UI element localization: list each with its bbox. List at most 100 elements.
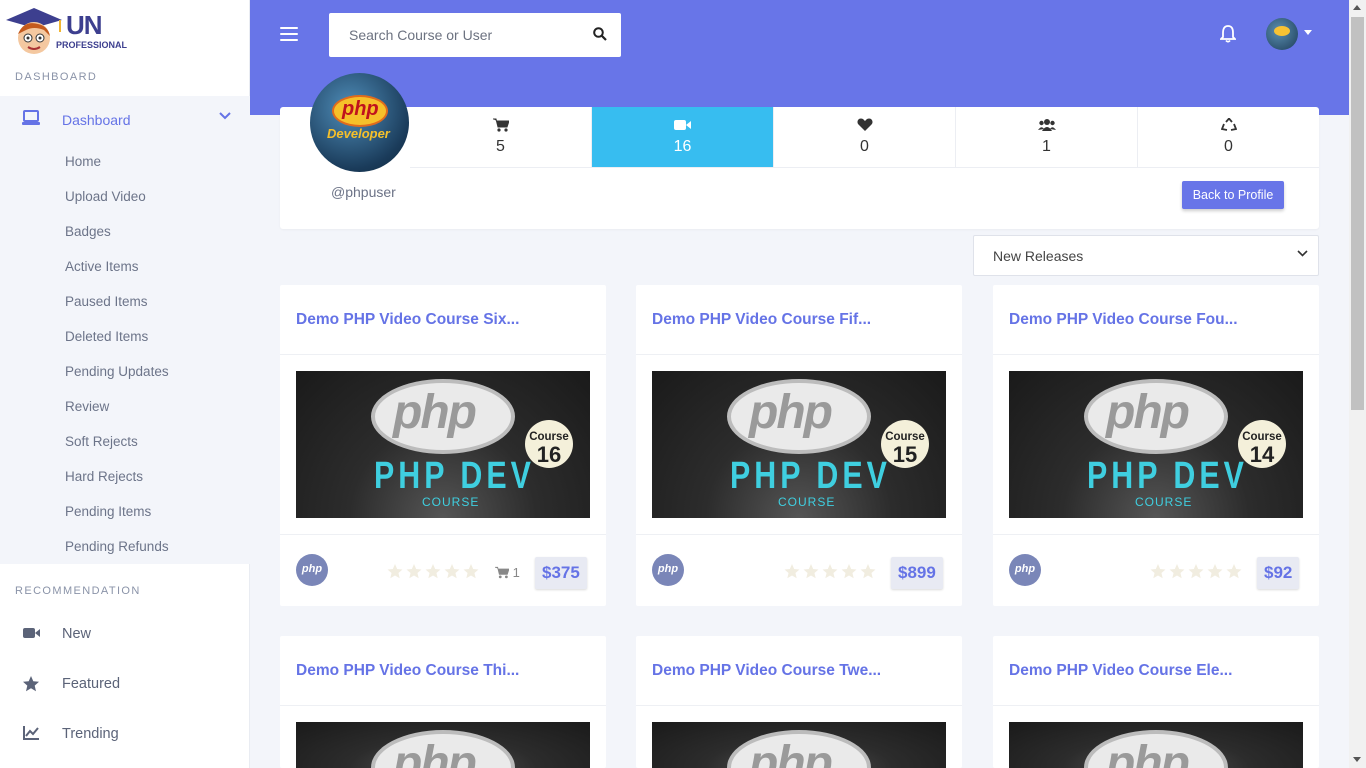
top-header bbox=[250, 0, 1350, 115]
star-icon bbox=[1207, 564, 1223, 579]
star-icon bbox=[841, 564, 857, 579]
laptop-icon bbox=[22, 110, 40, 125]
sidebar-item-new[interactable]: New bbox=[0, 614, 250, 654]
profile-username: @phpuser bbox=[331, 184, 396, 200]
stat-value: 16 bbox=[673, 138, 692, 155]
course-title-link[interactable]: Demo PHP Video Course Ele... bbox=[1009, 662, 1232, 680]
star-icon bbox=[1226, 564, 1242, 579]
sidebar-item-pending-updates[interactable]: Pending Updates bbox=[65, 364, 169, 379]
stat-sales[interactable]: 5 bbox=[410, 107, 592, 167]
sidebar-item-label: Dashboard bbox=[62, 112, 131, 128]
page-scrollbar[interactable] bbox=[1349, 0, 1366, 768]
course-thumbnail[interactable]: php bbox=[652, 722, 946, 768]
sidebar-item-soft-rejects[interactable]: Soft Rejects bbox=[65, 434, 138, 449]
chevron-down-icon bbox=[219, 112, 231, 120]
scrollbar-thumb[interactable] bbox=[1351, 17, 1364, 410]
caret-down-icon[interactable] bbox=[1304, 30, 1312, 35]
thumb-php-logo: php bbox=[1106, 386, 1190, 439]
sidebar: UN PROFESSIONAL DASHBOARD Dashboard Home… bbox=[0, 0, 250, 768]
sidebar-item-paused-items[interactable]: Paused Items bbox=[65, 294, 148, 309]
thumb-php-logo: php bbox=[749, 737, 833, 768]
course-thumbnail[interactable]: php Course 14 PHP DEV COURSE bbox=[1009, 371, 1303, 518]
course-title-link[interactable]: Demo PHP Video Course Thi... bbox=[296, 662, 519, 680]
sidebar-item-pending-items[interactable]: Pending Items bbox=[65, 504, 151, 519]
star-icon bbox=[1169, 564, 1185, 579]
course-thumbnail[interactable]: php bbox=[1009, 722, 1303, 768]
search-icon[interactable] bbox=[593, 27, 607, 41]
course-title-link[interactable]: Demo PHP Video Course Fif... bbox=[652, 311, 871, 329]
author-avatar[interactable]: php bbox=[1009, 554, 1041, 586]
avatar-php-text: php bbox=[342, 98, 379, 120]
thumb-course-caps: COURSE bbox=[778, 495, 836, 509]
sort-select[interactable]: New Releases bbox=[973, 235, 1319, 276]
stat-value: 1 bbox=[1042, 138, 1051, 155]
chart-line-icon bbox=[23, 726, 39, 740]
recycle-icon bbox=[1220, 118, 1237, 131]
brand-subtitle: PROFESSIONAL bbox=[56, 40, 128, 50]
section-label-dashboard: DASHBOARD bbox=[15, 71, 98, 83]
thumb-course-caps: COURSE bbox=[1135, 495, 1193, 509]
video-camera-icon bbox=[673, 120, 691, 130]
course-title-link[interactable]: Demo PHP Video Course Twe... bbox=[652, 662, 881, 680]
profile-stats: 5 16 0 1 0 bbox=[410, 107, 1319, 168]
price-badge: $899 bbox=[891, 557, 943, 589]
thumb-php-dev: PHP DEV bbox=[730, 455, 891, 497]
menu-toggle-icon[interactable] bbox=[280, 27, 298, 43]
scroll-up-arrow-icon[interactable] bbox=[1353, 5, 1361, 10]
sidebar-item-hard-rejects[interactable]: Hard Rejects bbox=[65, 469, 143, 484]
bell-icon[interactable] bbox=[1220, 25, 1236, 43]
section-label-recommendation: RECOMMENDATION bbox=[15, 585, 141, 597]
author-avatar[interactable]: php bbox=[652, 554, 684, 586]
sidebar-item-pending-refunds[interactable]: Pending Refunds bbox=[65, 539, 169, 554]
course-title-link[interactable]: Demo PHP Video Course Fou... bbox=[1009, 311, 1238, 329]
star-icon bbox=[425, 564, 441, 579]
course-thumbnail[interactable]: php bbox=[296, 722, 590, 768]
course-thumbnail[interactable]: php Course 16 PHP DEV COURSE bbox=[296, 371, 590, 518]
stat-favorites[interactable]: 0 bbox=[774, 107, 956, 167]
back-to-profile-button[interactable]: Back to Profile bbox=[1182, 181, 1284, 209]
rating-stars bbox=[784, 564, 876, 579]
course-thumbnail[interactable]: php Course 15 PHP DEV COURSE bbox=[652, 371, 946, 518]
profile-avatar[interactable]: php Developer bbox=[310, 73, 409, 172]
sidebar-item-trending[interactable]: Trending bbox=[0, 714, 250, 754]
sidebar-item-badges[interactable]: Badges bbox=[65, 224, 111, 239]
thumb-php-logo: php bbox=[749, 386, 833, 439]
author-badge-text: php bbox=[301, 563, 323, 575]
course-title-link[interactable]: Demo PHP Video Course Six... bbox=[296, 311, 519, 329]
star-icon bbox=[387, 564, 403, 579]
author-badge-text: php bbox=[657, 563, 679, 575]
star-icon bbox=[444, 564, 460, 579]
course-card: Demo PHP Video Course Fou... php Course 1… bbox=[993, 285, 1319, 606]
brand-logo[interactable]: UN PROFESSIONAL bbox=[4, 6, 128, 58]
course-card: Demo PHP Video Course Fif... php Course 1… bbox=[636, 285, 962, 606]
course-card: Demo PHP Video Course Thi... php bbox=[280, 636, 606, 768]
scroll-down-arrow-icon[interactable] bbox=[1353, 757, 1361, 762]
author-avatar[interactable]: php bbox=[296, 554, 328, 586]
thumb-php-logo: php bbox=[1106, 737, 1190, 768]
star-icon bbox=[23, 676, 39, 692]
star-icon bbox=[1188, 564, 1204, 579]
thumb-php-dev: PHP DEV bbox=[1087, 455, 1248, 497]
star-icon bbox=[1150, 564, 1166, 579]
stat-videos[interactable]: 16 bbox=[592, 107, 774, 167]
sidebar-item-home[interactable]: Home bbox=[65, 154, 101, 169]
star-icon bbox=[463, 564, 479, 579]
brand-title: UN bbox=[66, 10, 103, 40]
sidebar-item-upload-video[interactable]: Upload Video bbox=[65, 189, 146, 204]
sidebar-item-active-items[interactable]: Active Items bbox=[65, 259, 139, 274]
sidebar-item-dashboard[interactable]: Dashboard bbox=[0, 96, 250, 144]
stat-recycled[interactable]: 0 bbox=[1138, 107, 1319, 167]
sidebar-item-deleted-items[interactable]: Deleted Items bbox=[65, 329, 148, 344]
sidebar-item-review[interactable]: Review bbox=[65, 399, 109, 414]
users-icon bbox=[1037, 119, 1056, 131]
user-avatar[interactable] bbox=[1266, 18, 1298, 50]
star-icon bbox=[406, 564, 422, 579]
stat-followers[interactable]: 1 bbox=[956, 107, 1138, 167]
search-input[interactable] bbox=[329, 13, 579, 57]
stat-value: 5 bbox=[496, 138, 505, 155]
stat-value: 0 bbox=[1224, 138, 1233, 155]
thumb-course-caps: COURSE bbox=[422, 495, 480, 509]
sidebar-item-label: Featured bbox=[62, 676, 121, 692]
search-box bbox=[329, 13, 621, 57]
sidebar-item-featured[interactable]: Featured bbox=[0, 664, 250, 704]
